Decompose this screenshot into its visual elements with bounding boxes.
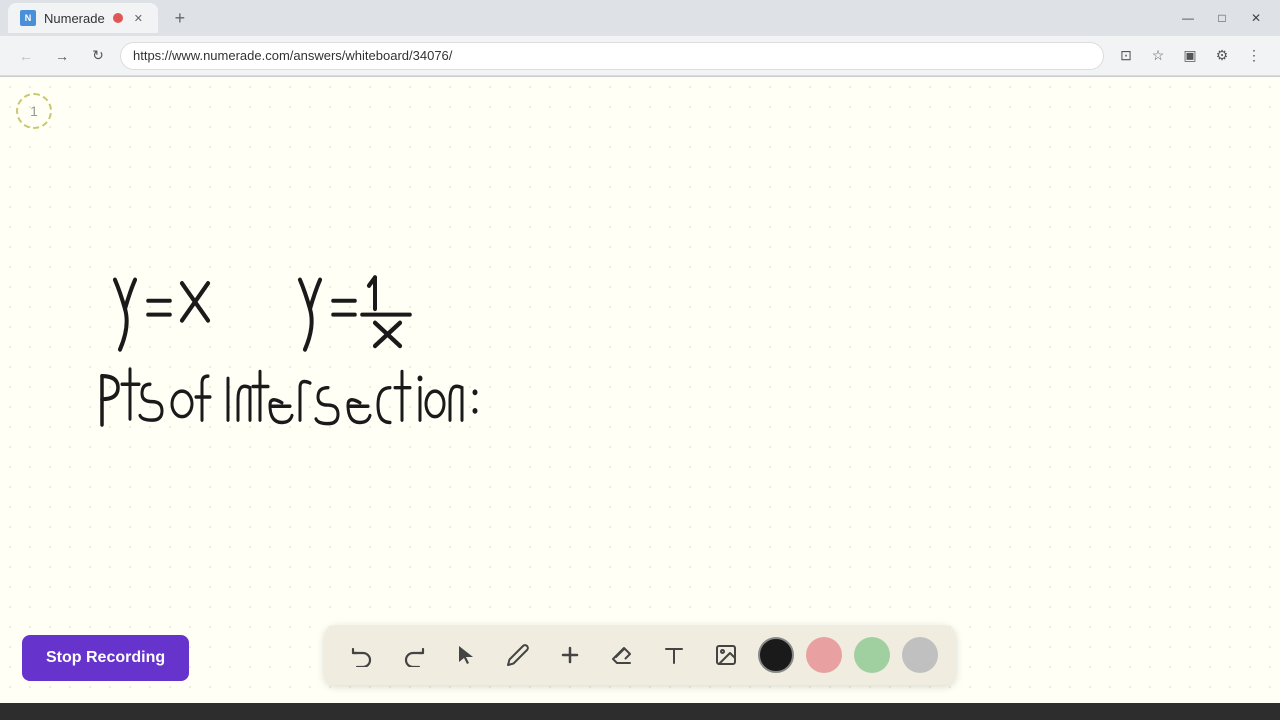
add-button[interactable] [550,635,590,675]
cast-icon[interactable]: ⊡ [1112,42,1140,70]
color-gray-button[interactable] [902,637,938,673]
forward-button[interactable]: → [48,42,76,70]
bookmark-icon[interactable]: ☆ [1144,42,1172,70]
tab-title: Numerade [44,11,105,26]
redo-button[interactable] [394,635,434,675]
page-indicator: 1 [16,93,52,129]
undo-button[interactable] [342,635,382,675]
bottom-toolbar [324,625,956,685]
address-bar: ← → ↻ ⊡ ☆ ▣ ⚙ ⋮ [0,36,1280,76]
back-button[interactable]: ← [12,42,40,70]
tab-favicon: N [20,10,36,26]
eraser-tool-button[interactable] [602,635,642,675]
stop-recording-button[interactable]: Stop Recording [22,635,189,681]
menu-icon[interactable]: ⋮ [1240,42,1268,70]
minimize-button[interactable]: — [1172,4,1204,32]
sidebar-icon[interactable]: ▣ [1176,42,1204,70]
whiteboard-content [0,77,1280,703]
browser-chrome: N Numerade ✕ + — □ ✕ ← → ↻ ⊡ ☆ ▣ ⚙ ⋮ [0,0,1280,77]
title-bar: N Numerade ✕ + — □ ✕ [0,0,1280,36]
whiteboard-area[interactable]: 1 [0,77,1280,703]
tab-close-button[interactable]: ✕ [131,11,146,26]
refresh-button[interactable]: ↻ [84,42,112,70]
browser-tab[interactable]: N Numerade ✕ [8,3,158,33]
pen-tool-button[interactable] [498,635,538,675]
new-tab-button[interactable]: + [166,4,194,32]
recording-indicator [113,13,123,23]
address-actions: ⊡ ☆ ▣ ⚙ ⋮ [1112,42,1268,70]
color-green-button[interactable] [854,637,890,673]
window-controls: — □ ✕ [1172,4,1272,32]
text-tool-button[interactable] [654,635,694,675]
url-input[interactable] [120,42,1104,70]
color-pink-button[interactable] [806,637,842,673]
maximize-button[interactable]: □ [1206,4,1238,32]
image-tool-button[interactable] [706,635,746,675]
color-black-button[interactable] [758,637,794,673]
close-button[interactable]: ✕ [1240,4,1272,32]
select-tool-button[interactable] [446,635,486,675]
extension-icon[interactable]: ⚙ [1208,42,1236,70]
